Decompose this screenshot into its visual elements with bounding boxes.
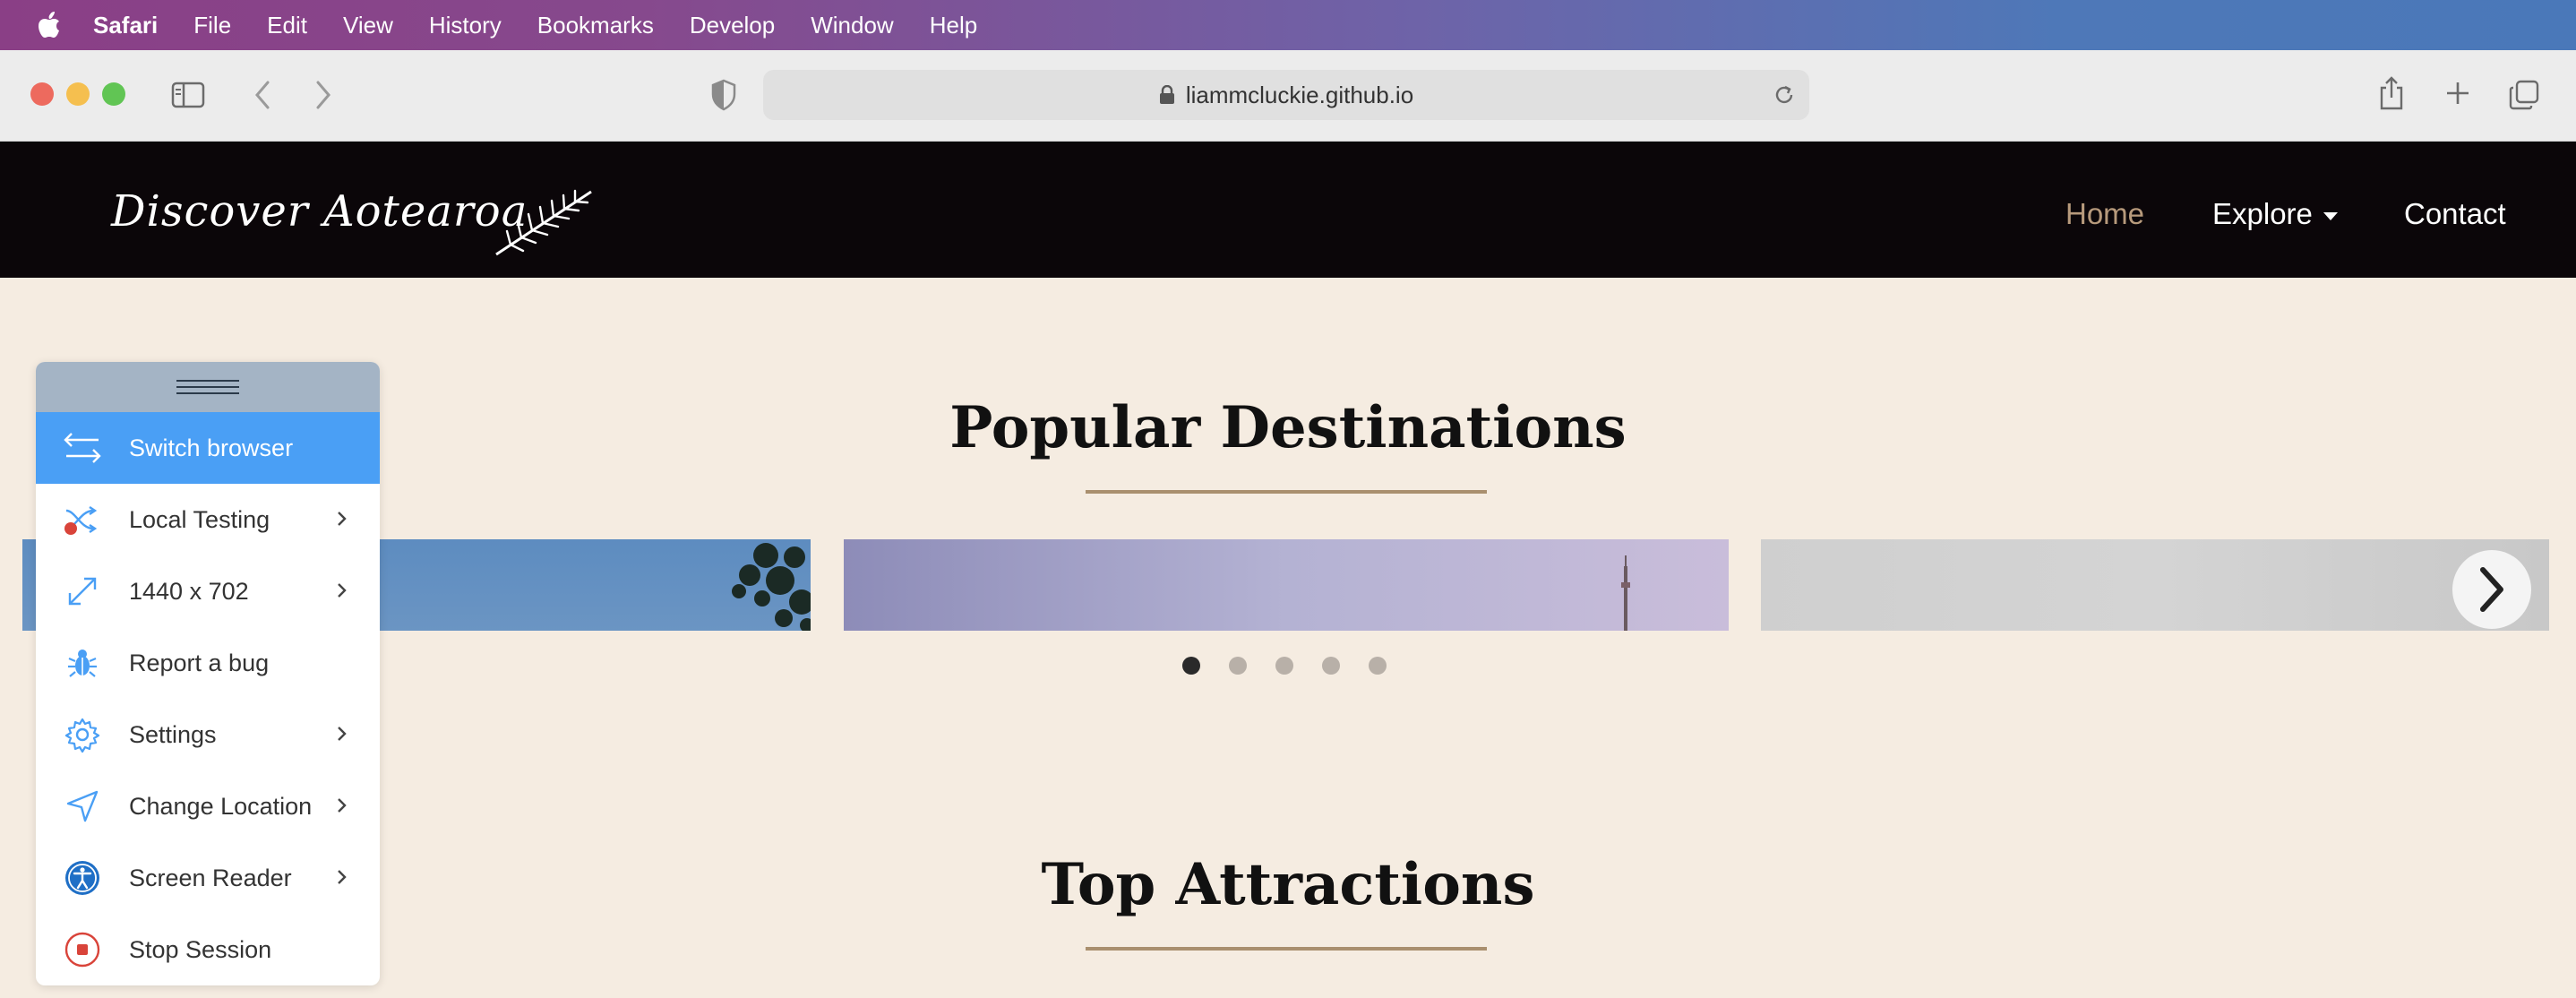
new-tab-icon[interactable] bbox=[2442, 77, 2474, 109]
address-bar[interactable]: liammcluckie.github.io bbox=[763, 70, 1809, 120]
privacy-shield-icon[interactable] bbox=[708, 77, 740, 113]
carousel-dot[interactable] bbox=[1229, 657, 1247, 675]
share-icon[interactable] bbox=[2375, 73, 2408, 113]
zoom-window-button[interactable] bbox=[102, 82, 125, 106]
stop-session-item[interactable]: Stop Session bbox=[36, 914, 380, 985]
minimize-window-button[interactable] bbox=[66, 82, 90, 106]
location-arrow-icon bbox=[63, 787, 102, 826]
caret-down-icon bbox=[2323, 211, 2338, 220]
change-location-item[interactable]: Change Location bbox=[36, 770, 380, 842]
carousel-indicators bbox=[1182, 657, 1387, 675]
apple-logo-icon[interactable] bbox=[36, 11, 63, 39]
url-text: liammcluckie.github.io bbox=[1185, 81, 1414, 108]
menu-develop[interactable]: Develop bbox=[690, 12, 775, 39]
gear-icon bbox=[63, 715, 102, 754]
report-bug-label: Report a bug bbox=[129, 649, 270, 676]
carousel-next-button[interactable] bbox=[2452, 550, 2531, 629]
back-arrow-icon[interactable] bbox=[249, 79, 276, 111]
chevron-right-icon bbox=[335, 722, 349, 752]
nav-explore-label: Explore bbox=[2212, 197, 2313, 230]
resolution-label: 1440 x 702 bbox=[129, 577, 249, 605]
close-window-button[interactable] bbox=[30, 82, 54, 106]
sidebar-toggle-icon[interactable] bbox=[170, 77, 206, 113]
switch-browser-item[interactable]: Switch browser bbox=[36, 412, 380, 484]
carousel-dot[interactable] bbox=[1369, 657, 1387, 675]
menu-window[interactable]: Window bbox=[811, 12, 893, 39]
nav-explore-dropdown[interactable]: Explore bbox=[2212, 197, 2338, 231]
menu-view[interactable]: View bbox=[343, 12, 393, 39]
carousel-slide-3[interactable] bbox=[1761, 539, 2549, 631]
menu-file[interactable]: File bbox=[193, 12, 231, 39]
report-bug-item[interactable]: Report a bug bbox=[36, 627, 380, 699]
screen-reader-item[interactable]: Screen Reader bbox=[36, 842, 380, 914]
bug-icon bbox=[63, 643, 102, 683]
chevron-right-icon bbox=[335, 579, 349, 608]
heading-underline bbox=[1086, 947, 1487, 951]
popular-destinations-heading: Popular Destinations bbox=[949, 394, 1627, 461]
carousel-dot[interactable] bbox=[1322, 657, 1340, 675]
testing-toolbar-panel: Switch browser Local Testing 1440 x 702 … bbox=[36, 362, 380, 985]
resolution-item[interactable]: 1440 x 702 bbox=[36, 555, 380, 627]
site-header: Discover Aotearoa Home Explore Contact bbox=[0, 142, 2576, 278]
site-brand[interactable]: Discover Aotearoa bbox=[111, 186, 528, 237]
heading-underline bbox=[1086, 490, 1487, 494]
menu-history[interactable]: History bbox=[429, 12, 502, 39]
chevron-right-icon bbox=[335, 507, 349, 537]
menu-app-safari[interactable]: Safari bbox=[93, 12, 158, 39]
local-testing-item[interactable]: Local Testing bbox=[36, 484, 380, 555]
settings-item[interactable]: Settings bbox=[36, 699, 380, 770]
top-attractions-heading: Top Attractions bbox=[1041, 851, 1535, 918]
nav-home-link[interactable]: Home bbox=[2065, 197, 2144, 231]
stop-icon bbox=[63, 930, 102, 969]
reload-icon[interactable] bbox=[1772, 82, 1797, 114]
drag-handle-icon bbox=[176, 380, 239, 394]
sky-tower-image bbox=[1621, 555, 1630, 631]
local-testing-label: Local Testing bbox=[129, 505, 270, 533]
settings-label: Settings bbox=[129, 720, 217, 748]
menu-edit[interactable]: Edit bbox=[267, 12, 307, 39]
carousel-dot[interactable] bbox=[1182, 657, 1200, 675]
chevron-right-icon bbox=[2480, 567, 2503, 612]
tab-overview-icon[interactable] bbox=[2506, 77, 2542, 113]
drag-handle[interactable] bbox=[36, 362, 380, 412]
nav-contact-link[interactable]: Contact bbox=[2404, 197, 2506, 231]
lock-icon bbox=[1159, 85, 1175, 105]
browser-toolbar: liammcluckie.github.io bbox=[0, 50, 2576, 142]
stop-session-label: Stop Session bbox=[129, 935, 272, 963]
forward-arrow-icon[interactable] bbox=[310, 79, 337, 111]
menu-bookmarks[interactable]: Bookmarks bbox=[537, 12, 654, 39]
carousel-slide-2[interactable] bbox=[844, 539, 1729, 631]
change-location-label: Change Location bbox=[129, 792, 313, 820]
switch-browser-label: Switch browser bbox=[129, 434, 294, 461]
accessibility-icon bbox=[63, 858, 102, 898]
chevron-right-icon bbox=[335, 865, 349, 895]
local-testing-icon bbox=[63, 500, 102, 539]
menu-help[interactable]: Help bbox=[930, 12, 977, 39]
carousel-dot[interactable] bbox=[1275, 657, 1293, 675]
chevron-right-icon bbox=[335, 794, 349, 823]
macos-menubar: Safari File Edit View History Bookmarks … bbox=[0, 0, 2576, 50]
screen-reader-label: Screen Reader bbox=[129, 864, 292, 891]
resize-icon bbox=[63, 572, 102, 611]
switch-icon bbox=[63, 428, 102, 468]
fern-logo-icon bbox=[493, 186, 597, 262]
